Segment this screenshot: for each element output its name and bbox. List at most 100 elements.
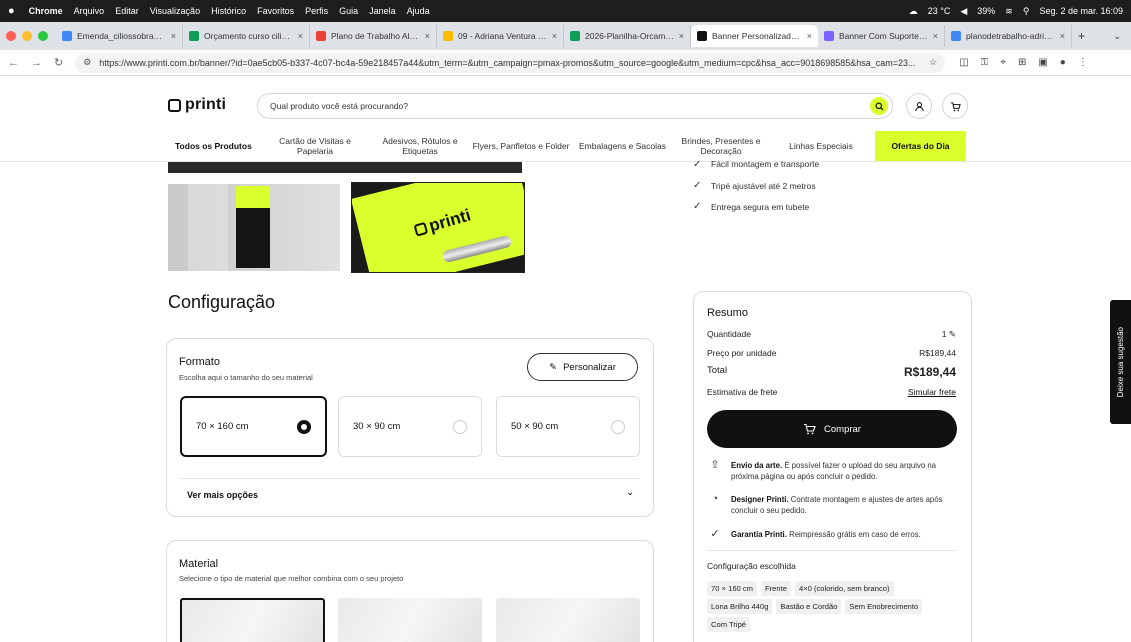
password-key-icon[interactable]: ⚿ — [981, 57, 989, 68]
forward-arrow-icon[interactable]: → — [31, 57, 42, 69]
bookmark-star-icon[interactable]: ☆ — [929, 57, 937, 68]
url-field[interactable]: ⚙ https://www.printi.com.br/banner/?id=0… — [75, 52, 946, 73]
tab-search-chevron-icon[interactable]: ⌄ — [1113, 31, 1121, 42]
tab-close-icon[interactable]: × — [298, 31, 303, 41]
check-icon: ✓ — [693, 201, 702, 212]
pencil-icon: ✎ — [549, 361, 558, 373]
battery-percent[interactable]: 39% — [977, 6, 995, 16]
account-button[interactable] — [906, 93, 932, 119]
menu-item-ajuda[interactable]: Ajuda — [407, 6, 430, 16]
volume-icon[interactable]: ◀ — [960, 6, 967, 17]
format-option-30x90[interactable]: 30 × 90 cm — [338, 396, 482, 457]
nav-cartao-visitas[interactable]: Cartão de Visitas e Papelaria — [262, 136, 368, 156]
search-menu-icon[interactable]: ⚲ — [1023, 6, 1030, 17]
palette-icon: ◔ — [711, 493, 719, 505]
tab-close-icon[interactable]: × — [1060, 31, 1065, 41]
menu-item-janela[interactable]: Janela — [369, 6, 396, 16]
radio-unselected[interactable] — [453, 419, 467, 434]
nav-linhas-especiais[interactable]: Linhas Especiais — [767, 141, 875, 151]
location-icon[interactable]: ⌖ — [1000, 57, 1006, 68]
sidepanel-icon[interactable]: ▣ — [1038, 57, 1047, 68]
summary-quantity-row: Quantidade 1 ✎ — [707, 329, 956, 340]
config-chip: 4×0 (colorido, sem branco) — [794, 581, 894, 596]
material-option-2[interactable] — [338, 598, 482, 642]
tab-close-icon[interactable]: × — [933, 31, 938, 41]
menu-item-guia[interactable]: Guia — [339, 6, 358, 16]
browser-tab[interactable]: Banner Com Suporte X | × — [818, 25, 945, 47]
buy-button[interactable]: Comprar — [707, 410, 957, 448]
tab-close-icon[interactable]: × — [552, 31, 557, 41]
browser-tab[interactable]: 09 - Adriana Ventura - Sã × — [437, 25, 564, 47]
search-button[interactable] — [870, 97, 888, 115]
browser-menu-icon[interactable]: ⋮ — [1078, 57, 1088, 68]
tab-close-icon[interactable]: × — [807, 31, 812, 41]
apple-icon[interactable]: ● — [8, 5, 15, 17]
radio-selected[interactable] — [297, 419, 311, 434]
feature-item: ✓ Tripé ajustável até 2 metros — [693, 180, 816, 191]
nav-flyers[interactable]: Flyers, Panfletos e Folder — [472, 141, 570, 151]
extensions-icon[interactable]: ◫ — [959, 57, 968, 68]
nav-brindes[interactable]: Brindes, Presentes e Decoração — [675, 136, 767, 156]
tab-title: Banner Personalizado | D — [712, 31, 803, 41]
material-option-3[interactable] — [496, 598, 640, 642]
tab-title: planodetrabalho-adriana — [966, 31, 1056, 41]
nav-todos-produtos[interactable]: Todos os Produtos — [168, 141, 262, 151]
menu-item-editar[interactable]: Editar — [115, 6, 139, 16]
radio-unselected[interactable] — [611, 419, 625, 434]
reload-icon[interactable]: ↻ — [54, 56, 63, 69]
zoom-window-button[interactable] — [38, 31, 48, 41]
weather-icon[interactable]: ☁ — [909, 6, 918, 17]
shipping-label: Estimativa de frete — [707, 387, 778, 397]
menu-app-name[interactable]: Chrome — [29, 6, 63, 16]
wifi-icon[interactable]: ≋ — [1005, 6, 1013, 17]
format-option-50x90[interactable]: 50 × 90 cm — [496, 396, 640, 457]
site-info-icon[interactable]: ⚙ — [83, 57, 91, 68]
edit-quantity-icon[interactable]: ✎ — [949, 329, 956, 339]
menu-item-historico[interactable]: Histórico — [211, 6, 246, 16]
summary-divider — [707, 550, 956, 551]
product-thumbnail-2[interactable]: printi — [351, 182, 525, 273]
browser-tab[interactable]: 2026-Planilha-Orcament × — [564, 25, 691, 47]
close-window-button[interactable] — [6, 31, 16, 41]
minimize-window-button[interactable] — [22, 31, 32, 41]
menu-item-perfis[interactable]: Perfis — [305, 6, 328, 16]
browser-tab[interactable]: Emenda_ciliossobrancelh × — [56, 25, 183, 47]
tab-close-icon[interactable]: × — [171, 31, 176, 41]
config-chip: Sem Enobrecimento — [845, 599, 923, 614]
printi-logo[interactable]: printi — [168, 96, 226, 114]
cart-button[interactable] — [942, 93, 968, 119]
browser-tab[interactable]: Orçamento curso cilios/s × — [183, 25, 310, 47]
chosen-config-title: Configuração escolhida — [707, 561, 796, 571]
tab-close-icon[interactable]: × — [679, 31, 684, 41]
nav-adesivos[interactable]: Adesivos, Rótulos e Etiquetas — [368, 136, 472, 156]
format-option-70x160[interactable]: 70 × 160 cm — [180, 396, 327, 457]
buy-label: Comprar — [824, 423, 861, 435]
simulate-shipping-link[interactable]: Simular frete — [908, 387, 956, 397]
profile-avatar-icon[interactable]: ● — [1060, 57, 1066, 68]
menu-item-visualizacao[interactable]: Visualização — [150, 6, 200, 16]
more-options-toggle[interactable]: Ver mais opções — [187, 490, 258, 500]
browser-tab[interactable]: Banner Personalizado | D × — [691, 25, 818, 47]
product-thumbnail-1[interactable] — [168, 184, 340, 271]
new-tab-button[interactable]: + — [1078, 29, 1085, 43]
menu-item-favoritos[interactable]: Favoritos — [257, 6, 294, 16]
feedback-tab[interactable]: Deixe sua sugestão — [1110, 300, 1131, 424]
browser-tab[interactable]: Plano de Trabalho Aldeia × — [310, 25, 437, 47]
tab-close-icon[interactable]: × — [425, 31, 430, 41]
menu-item-arquivo[interactable]: Arquivo — [74, 6, 105, 16]
format-subtitle: Escolha aqui o tamanho do seu material — [179, 373, 313, 382]
back-arrow-icon[interactable]: ← — [8, 57, 19, 69]
grid-icon[interactable]: ⊞ — [1018, 57, 1026, 68]
tab-title: 09 - Adriana Ventura - Sã — [458, 31, 548, 41]
search-input[interactable]: Qual produto você está procurando? — [257, 93, 893, 119]
chevron-down-icon[interactable]: ⌄ — [626, 487, 634, 498]
material-option-1[interactable] — [180, 598, 325, 642]
menubar-datetime[interactable]: Seg. 2 de mar. 16:09 — [1039, 6, 1123, 16]
personalize-button[interactable]: ✎ Personalizar — [527, 353, 638, 381]
browser-tab[interactable]: planodetrabalho-adriana × — [945, 25, 1072, 47]
nav-embalagens[interactable]: Embalagens e Sacolas — [570, 141, 675, 151]
nav-ofertas-do-dia[interactable]: Ofertas do Dia — [875, 131, 966, 161]
format-option-label: 50 × 90 cm — [511, 421, 559, 432]
tab-title: 2026-Planilha-Orcament — [585, 31, 675, 41]
weather-temp[interactable]: 23 °C — [928, 6, 951, 16]
